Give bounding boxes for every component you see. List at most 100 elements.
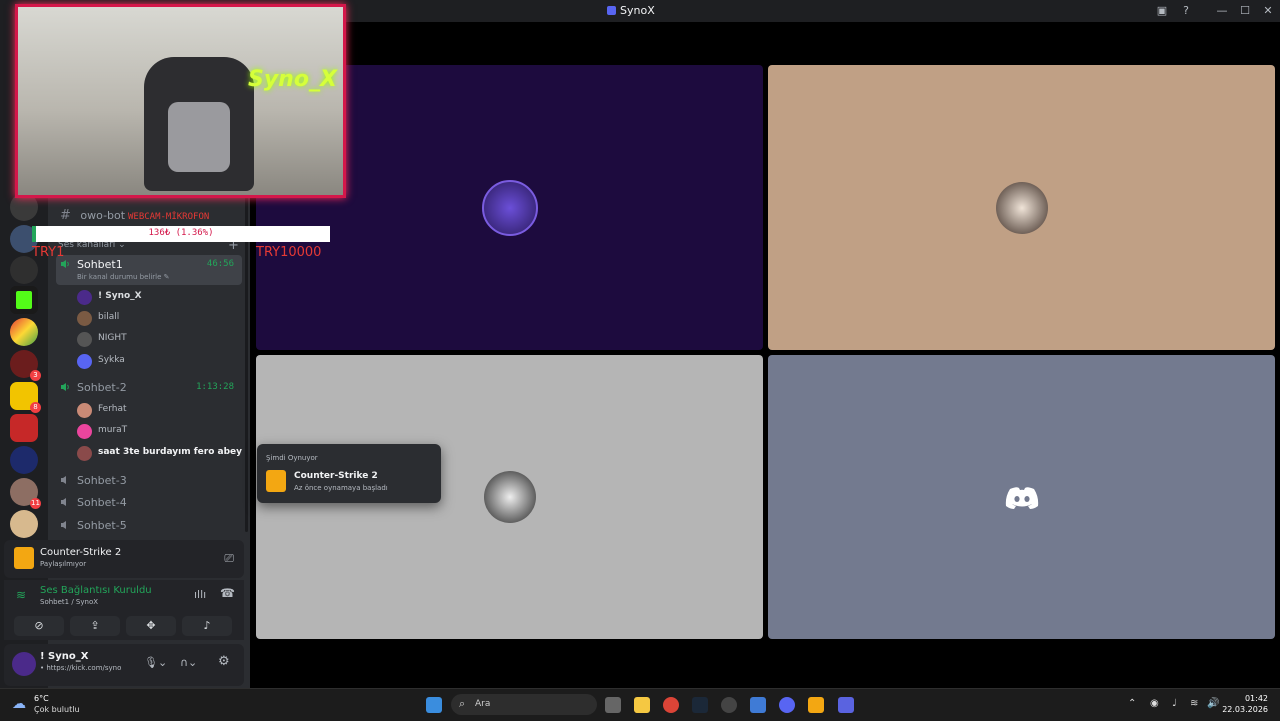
speaker-icon xyxy=(61,383,69,391)
cs2-taskbar-icon[interactable] xyxy=(808,697,824,713)
wifi-icon[interactable]: ≋ xyxy=(1190,698,1198,709)
voice-channel-sohbet2[interactable]: Sohbet-2 1:13:28 xyxy=(56,378,242,398)
voice-user[interactable]: Sykka xyxy=(77,353,237,371)
voice-user[interactable]: ! Syno_X xyxy=(77,289,237,307)
activity-panel: Counter-Strike 2 Paylaşılmıyor ⎚ xyxy=(4,540,244,578)
popover-header: Şimdi Oynuyor xyxy=(266,454,318,462)
avatar xyxy=(483,471,536,523)
voice-location[interactable]: Sohbet1 / SynoX xyxy=(40,598,98,606)
text-channel[interactable]: # owo-bot xyxy=(60,208,125,223)
clock-date[interactable]: 22.03.2026 xyxy=(1220,705,1268,714)
disconnect-icon[interactable]: ☎ xyxy=(220,586,235,600)
call-timer: 46:56 xyxy=(206,259,234,269)
now-playing-popover: Şimdi Oynuyor Counter-Strike 2 Az önce o… xyxy=(257,444,441,503)
clock-time[interactable]: 01:42 xyxy=(1226,694,1268,703)
discord-taskbar-icon[interactable] xyxy=(779,697,795,713)
avatar[interactable] xyxy=(12,652,36,676)
donation-label: WEBCAM-MİKROFON xyxy=(128,212,210,222)
cs2-game-icon xyxy=(266,470,286,492)
windows-start-icon[interactable] xyxy=(426,697,442,713)
discord-logo-icon xyxy=(1005,487,1039,509)
screen-share-button[interactable]: ⇪ xyxy=(70,616,120,636)
inbox-icon[interactable]: ▣ xyxy=(1154,3,1170,19)
server-icon-chef[interactable] xyxy=(10,256,38,284)
avatar xyxy=(77,403,92,418)
activity-status: Paylaşılmıyor xyxy=(40,560,87,568)
server-icon-red[interactable]: 3 xyxy=(10,350,41,381)
activities-button[interactable]: ✥ xyxy=(126,616,176,636)
settings-gear-icon[interactable]: ⚙ xyxy=(218,654,230,669)
call-timer: 1:13:28 xyxy=(196,382,234,392)
webcam-overlay: Syno_X xyxy=(15,4,346,198)
microphone-icon[interactable]: 🎙⌄ xyxy=(144,656,167,669)
avatar xyxy=(77,446,92,461)
avatar xyxy=(77,311,92,326)
server-icon-c[interactable] xyxy=(10,414,38,442)
activity-game: Counter-Strike 2 xyxy=(40,547,122,558)
chevron-up-icon[interactable]: ⌃ xyxy=(1128,698,1136,709)
game-icon[interactable] xyxy=(750,697,766,713)
weather-temp[interactable]: 6°C xyxy=(34,694,49,703)
kick-server-icon[interactable] xyxy=(10,286,38,314)
server-icon-g[interactable] xyxy=(10,446,38,474)
server-icon-yellow[interactable]: 8 xyxy=(10,382,41,413)
voice-status[interactable]: Ses Bağlantısı Kuruldu xyxy=(40,585,152,596)
goal-min: TRY1 xyxy=(32,245,65,260)
video-tile-sykka[interactable] xyxy=(768,355,1275,639)
windows-taskbar: ☁ 6°C Çok bulutlu ⌕ Ara ⌃ ◉ ♩ ≋ 🔊 01:42 … xyxy=(0,688,1280,721)
voice-user[interactable]: saat 3te burdayım fero abey xyxy=(77,445,242,463)
channel-name: Sohbet1 xyxy=(77,258,123,271)
mic-tray-icon[interactable]: ♩ xyxy=(1172,698,1177,709)
share-screen-icon[interactable]: ⎚ xyxy=(224,551,234,566)
steam-icon[interactable] xyxy=(692,697,708,713)
channel-status[interactable]: Bir kanal durumu belirle ✎ xyxy=(77,273,170,281)
weather-cloud-icon[interactable]: ☁ xyxy=(12,696,26,712)
help-icon[interactable]: ? xyxy=(1178,3,1194,19)
task-view-icon[interactable] xyxy=(605,697,621,713)
speaker-icon xyxy=(61,260,69,268)
headphones-icon[interactable]: ∩⌄ xyxy=(180,656,197,669)
close-button[interactable]: ✕ xyxy=(1260,3,1276,19)
server-icon-dog[interactable] xyxy=(10,510,38,538)
speaker-icon xyxy=(61,521,66,529)
camera-off-button[interactable]: ⊘ xyxy=(14,616,64,636)
chrome-icon[interactable] xyxy=(663,697,679,713)
minimize-button[interactable]: — xyxy=(1214,3,1230,19)
hash-icon: # xyxy=(60,208,71,223)
video-tile-bilall[interactable] xyxy=(768,65,1275,350)
user-name[interactable]: ! Syno_X xyxy=(40,651,88,662)
volume-icon[interactable]: 🔊 xyxy=(1207,698,1219,709)
user-panel: ! Syno_X • https://kick.com/syno 🎙⌄ ∩⌄ ⚙ xyxy=(4,644,244,686)
obs-icon[interactable] xyxy=(721,697,737,713)
neon-sign: Syno_X xyxy=(248,67,337,92)
speaker-icon xyxy=(61,498,66,506)
weather-desc[interactable]: Çok bulutlu xyxy=(34,705,80,714)
network-icon[interactable]: ◉ xyxy=(1150,698,1159,709)
voice-channel-sohbet3[interactable]: Sohbet-3 xyxy=(56,471,242,491)
app-logo-icon xyxy=(607,6,616,15)
noise-suppression-icon[interactable]: ıllı xyxy=(194,588,206,601)
soundboard-button[interactable]: ♪ xyxy=(182,616,232,636)
maximize-button[interactable]: ☐ xyxy=(1237,3,1253,19)
server-icon-rainbow[interactable] xyxy=(10,318,38,346)
popover-detail: Az önce oynamaya başladı xyxy=(294,484,388,492)
speaker-icon xyxy=(61,476,66,484)
voice-user[interactable]: bilall xyxy=(77,310,237,328)
server-icon-person[interactable]: 11 xyxy=(10,478,41,509)
channel-name: Sohbet-2 xyxy=(77,381,127,394)
search-box[interactable]: ⌕ Ara xyxy=(451,694,597,715)
discord-avatar-icon xyxy=(77,354,92,369)
avatar xyxy=(481,179,538,236)
goal-max: TRY10000 xyxy=(256,245,322,260)
window-title: SynoX xyxy=(620,4,655,17)
voice-user[interactable]: Ferhat xyxy=(77,402,237,420)
file-explorer-icon[interactable] xyxy=(634,697,650,713)
voice-channel-sohbet1[interactable]: Sohbet1 46:56 Bir kanal durumu belirle ✎ xyxy=(56,255,242,285)
voice-user[interactable]: NIGHT xyxy=(77,331,237,349)
voice-channel-sohbet5[interactable]: Sohbet-5 xyxy=(56,516,242,536)
synox-taskbar-icon[interactable] xyxy=(838,697,854,713)
popover-game: Counter-Strike 2 xyxy=(294,471,378,481)
voice-channel-sohbet4[interactable]: Sohbet-4 xyxy=(56,493,242,513)
voice-user[interactable]: muraT xyxy=(77,423,237,441)
avatar xyxy=(995,181,1048,234)
